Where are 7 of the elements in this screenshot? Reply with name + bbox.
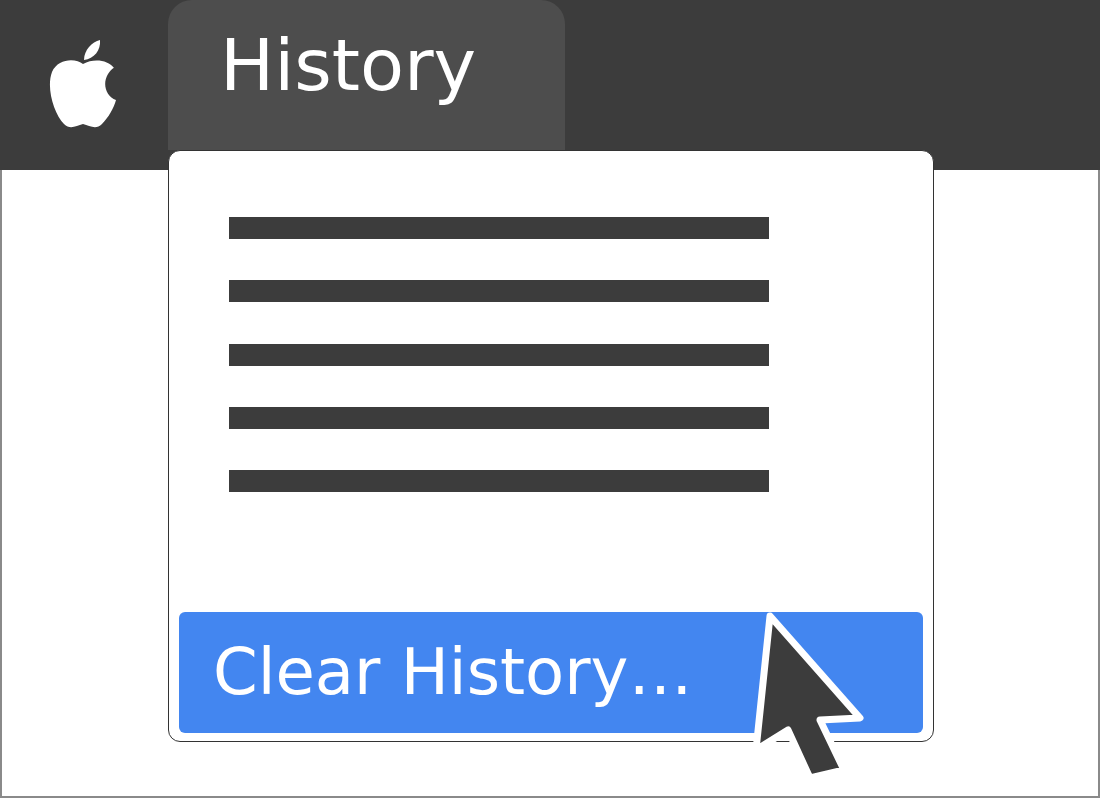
menu-item-placeholder[interactable]: [229, 343, 769, 366]
history-menu[interactable]: History: [168, 0, 565, 150]
menu-item-placeholder[interactable]: [229, 406, 769, 429]
apple-icon[interactable]: [48, 40, 118, 130]
menu-item-placeholder[interactable]: [229, 280, 769, 303]
menu-item-placeholder[interactable]: [229, 470, 769, 493]
clear-history-item[interactable]: Clear History…: [179, 611, 923, 733]
